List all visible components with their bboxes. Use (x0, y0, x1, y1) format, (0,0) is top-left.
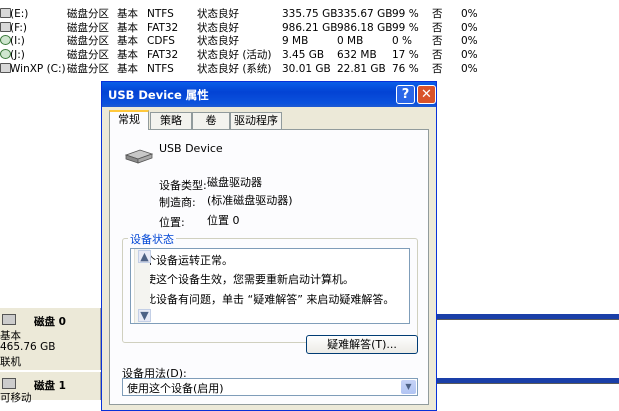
volume-fs: CDFS (147, 35, 175, 47)
volume-capacity: 335.75 GB (282, 8, 338, 20)
volume-capacity: 986.21 GB (282, 22, 338, 34)
tab-policy[interactable]: 策略 (150, 112, 192, 129)
volume-status: 状态良好 (活动) (197, 49, 272, 61)
volume-layout: 磁盘分区 (67, 8, 109, 20)
status-scrollbar[interactable]: ▲ ▼ (134, 249, 151, 323)
volume-drive: WinXP (C:) (10, 63, 66, 75)
disk-1-type: 可移动 (0, 392, 32, 404)
disk-0-name: 磁盘 0 (34, 316, 66, 328)
volume-layout: 磁盘分区 (67, 49, 109, 61)
volume-free: 632 MB (337, 49, 377, 61)
device-name: USB Device (159, 142, 223, 155)
volume-free: 22.81 GB (337, 63, 386, 75)
volume-row[interactable]: (I:) 磁盘分区 基本 CDFS 状态良好 9 MB 0 MB 0 % 否 0% (0, 35, 619, 48)
volume-fs: FAT32 (147, 22, 179, 34)
volume-status: 状态良好 (197, 8, 239, 20)
close-button[interactable]: ✕ (417, 85, 436, 104)
disk-1-name: 磁盘 1 (34, 380, 66, 392)
device-status-textbox[interactable]: 这个设备运转正常。 要使这个设备生效，您需要重新启动计算机。 若此设备有问题，单… (130, 248, 410, 324)
volume-overhead: 0% (461, 22, 478, 34)
disk-icon (2, 314, 16, 325)
volume-drive: (I:) (10, 35, 25, 47)
volume-row[interactable]: (E:) 磁盘分区 基本 NTFS 状态良好 335.75 GB 335.67 GB 99 %… (0, 8, 619, 21)
volume-layout: 磁盘分区 (67, 63, 109, 75)
volume-capacity: 30.01 GB (282, 63, 331, 75)
volume-row[interactable]: (J:) 磁盘分区 基本 FAT32 状态良好 (活动) 3.45 GB 632 MB 17 … (0, 49, 619, 62)
volume-free: 335.67 GB (337, 8, 393, 20)
volume-overhead: 0% (461, 35, 478, 47)
location-label: 位置: (159, 216, 185, 229)
volume-fault: 否 (432, 22, 443, 34)
disk-0-label[interactable]: 磁盘 0 基本 465.76 GB 联机 (0, 308, 101, 370)
device-usage-select[interactable]: 使用这个设备(启用) ▼ (122, 378, 418, 396)
volume-list: (E:) 磁盘分区 基本 NTFS 状态良好 335.75 GB 335.67 GB 99 %… (0, 0, 619, 82)
volume-percent: 99 % (392, 22, 419, 34)
partition-cell[interactable] (430, 319, 619, 370)
disk-0-size: 465.76 GB (0, 341, 56, 353)
status-line: 若此设备有问题，单击 “疑难解答” 来启动疑难解答。 (134, 293, 395, 306)
volume-percent: 0 % (392, 35, 412, 47)
volume-fault: 否 (432, 35, 443, 47)
chevron-down-icon[interactable]: ▼ (401, 380, 416, 394)
volume-free: 0 MB (337, 35, 364, 47)
manufacturer-value: (标准磁盘驱动器) (207, 194, 293, 207)
volume-percent: 76 % (392, 63, 419, 75)
tab-general[interactable]: 常规 (109, 110, 149, 130)
device-type-value: 磁盘驱动器 (207, 176, 262, 189)
volume-fault: 否 (432, 63, 443, 75)
volume-type: 基本 (117, 8, 138, 20)
volume-type: 基本 (117, 49, 138, 61)
device-type-label: 设备类型: (159, 179, 207, 192)
disk-icon (2, 378, 16, 389)
dialog-title: USB Device 属性 (108, 88, 209, 102)
volume-drive: (J:) (10, 49, 25, 61)
device-status-group-label: 设备状态 (128, 231, 176, 247)
troubleshoot-button[interactable]: 疑难解答(T)... (306, 335, 418, 354)
tab-panel-general: USB Device 设备类型: 磁盘驱动器 制造商: (标准磁盘驱动器) 位置… (109, 129, 429, 405)
volume-status: 状态良好 (系统) (197, 63, 272, 75)
volume-fault: 否 (432, 8, 443, 20)
volume-drive: (E:) (10, 8, 29, 20)
volume-layout: 磁盘分区 (67, 35, 109, 47)
disk-1-label[interactable]: 磁盘 1 可移动 (0, 372, 101, 404)
volume-capacity: 9 MB (282, 35, 309, 47)
scroll-up-icon[interactable]: ▲ (138, 250, 151, 263)
volume-row[interactable]: (F:) 磁盘分区 基本 FAT32 状态良好 986.21 GB 986.18 GB 99 … (0, 22, 619, 35)
usb-device-properties-dialog: USB Device 属性 ? ✕ 常规 策略 卷 驱动程序 USB Devic… (101, 81, 437, 411)
disk-0-state: 联机 (0, 356, 21, 368)
volume-status: 状态良好 (197, 35, 239, 47)
volume-type: 基本 (117, 63, 138, 75)
volume-row[interactable]: WinXP (C:) 磁盘分区 基本 NTFS 状态良好 (系统) 30.01 GB 22.… (0, 63, 619, 76)
title-bar[interactable]: USB Device 属性 ? ✕ (102, 82, 436, 107)
volume-percent: 17 % (392, 49, 419, 61)
volume-drive: (F:) (10, 22, 27, 34)
tab-driver[interactable]: 驱动程序 (230, 112, 282, 129)
volume-free: 986.18 GB (337, 22, 393, 34)
volume-type: 基本 (117, 22, 138, 34)
disk-drive-icon (124, 149, 154, 164)
volume-overhead: 0% (461, 8, 478, 20)
location-value: 位置 0 (207, 214, 240, 227)
volume-fs: NTFS (147, 63, 174, 75)
status-line: 要使这个设备生效，您需要重新启动计算机。 (134, 273, 354, 286)
volume-status: 状态良好 (197, 22, 239, 34)
partition-cell[interactable] (430, 383, 619, 401)
volume-fs: NTFS (147, 8, 174, 20)
volume-layout: 磁盘分区 (67, 22, 109, 34)
manufacturer-label: 制造商: (159, 196, 196, 209)
volume-fault: 否 (432, 49, 443, 61)
volume-overhead: 0% (461, 63, 478, 75)
volume-type: 基本 (117, 35, 138, 47)
volume-overhead: 0% (461, 49, 478, 61)
volume-percent: 99 % (392, 8, 419, 20)
scroll-down-icon[interactable]: ▼ (138, 309, 151, 322)
device-usage-value: 使用这个设备(启用) (127, 382, 224, 395)
volume-fs: FAT32 (147, 49, 179, 61)
tab-volumes[interactable]: 卷 (192, 112, 230, 129)
volume-capacity: 3.45 GB (282, 49, 325, 61)
help-button[interactable]: ? (396, 85, 415, 104)
